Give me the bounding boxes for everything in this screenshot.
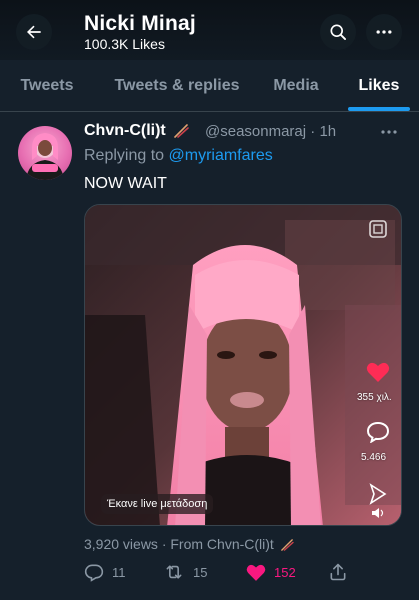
share-upload-icon (330, 563, 346, 581)
like-button[interactable]: 152 (246, 560, 296, 584)
like-count: 152 (274, 564, 296, 580)
search-button[interactable] (320, 14, 356, 50)
author-handle[interactable]: @seasonmaraj (205, 123, 306, 140)
views-text: 3,920 views · From Chvn-C(li)t (84, 536, 274, 552)
more-horizontal-icon (376, 30, 392, 34)
views-line: 3,920 views · From Chvn-C(li)t (84, 536, 294, 552)
active-tab-indicator (348, 107, 410, 111)
reply-count: 11 (112, 564, 126, 580)
more-horizontal-icon (381, 130, 397, 134)
retweet-icon (166, 565, 182, 579)
back-button[interactable] (16, 14, 52, 50)
likes-count: 100.3K Likes (84, 36, 165, 52)
share-icon[interactable] (368, 482, 388, 506)
share-button[interactable] (328, 560, 348, 584)
reply-button[interactable]: 11 (84, 560, 126, 584)
replying-mention[interactable]: @myriamfares (169, 147, 273, 164)
profile-tabs: Tweets Tweets & replies Media Likes (0, 60, 419, 112)
tweet-time: · 1h (310, 123, 337, 140)
retweet-count: 15 (193, 564, 208, 580)
tweet-action-bar: 11 15 152 (0, 560, 419, 590)
tab-tweets[interactable]: Tweets (4, 60, 90, 112)
heart-filled-icon (246, 564, 266, 581)
tab-likes[interactable]: Likes (346, 60, 412, 112)
chopsticks-emoji-icon (174, 123, 190, 138)
comment-icon[interactable] (366, 421, 390, 443)
avatar-image (26, 133, 64, 180)
author-avatar[interactable] (18, 126, 72, 180)
tab-media[interactable]: Media (260, 60, 332, 112)
search-icon (330, 24, 346, 40)
author-name-text: Chvn-C(li)t (84, 122, 166, 139)
video-frame (85, 205, 401, 525)
arrow-left-icon (27, 25, 41, 39)
video-comments-count: 5.466 (361, 452, 387, 463)
chopsticks-emoji-icon (280, 539, 294, 552)
reply-icon (84, 564, 104, 582)
profile-name: Nicki Minaj (84, 12, 196, 35)
live-broadcast-label: Έκανε live μετάδοση (101, 494, 214, 514)
profile-header: Nicki Minaj 100.3K Likes (0, 0, 419, 60)
heart-icon[interactable] (366, 361, 390, 383)
tweet-text: NOW WAIT (84, 175, 167, 192)
retweet-button[interactable]: 15 (163, 560, 207, 584)
tweet-more-button[interactable] (380, 124, 398, 142)
tweet-media-video[interactable]: 355 χιλ. 5.466 Έκανε live μετάδοση (84, 204, 402, 526)
volume-icon[interactable] (371, 507, 385, 519)
video-likes-count: 355 χιλ. (357, 392, 392, 403)
video-overlay-icon[interactable] (368, 219, 388, 239)
replying-prefix: Replying to (84, 147, 165, 164)
more-button[interactable] (366, 14, 402, 50)
author-name[interactable]: Chvn-C(li)t (84, 122, 190, 140)
author-handle-time: @seasonmaraj · 1h (205, 123, 336, 140)
tab-tweets-replies[interactable]: Tweets & replies (104, 60, 250, 112)
replying-to: Replying to @myriamfares (84, 147, 273, 165)
